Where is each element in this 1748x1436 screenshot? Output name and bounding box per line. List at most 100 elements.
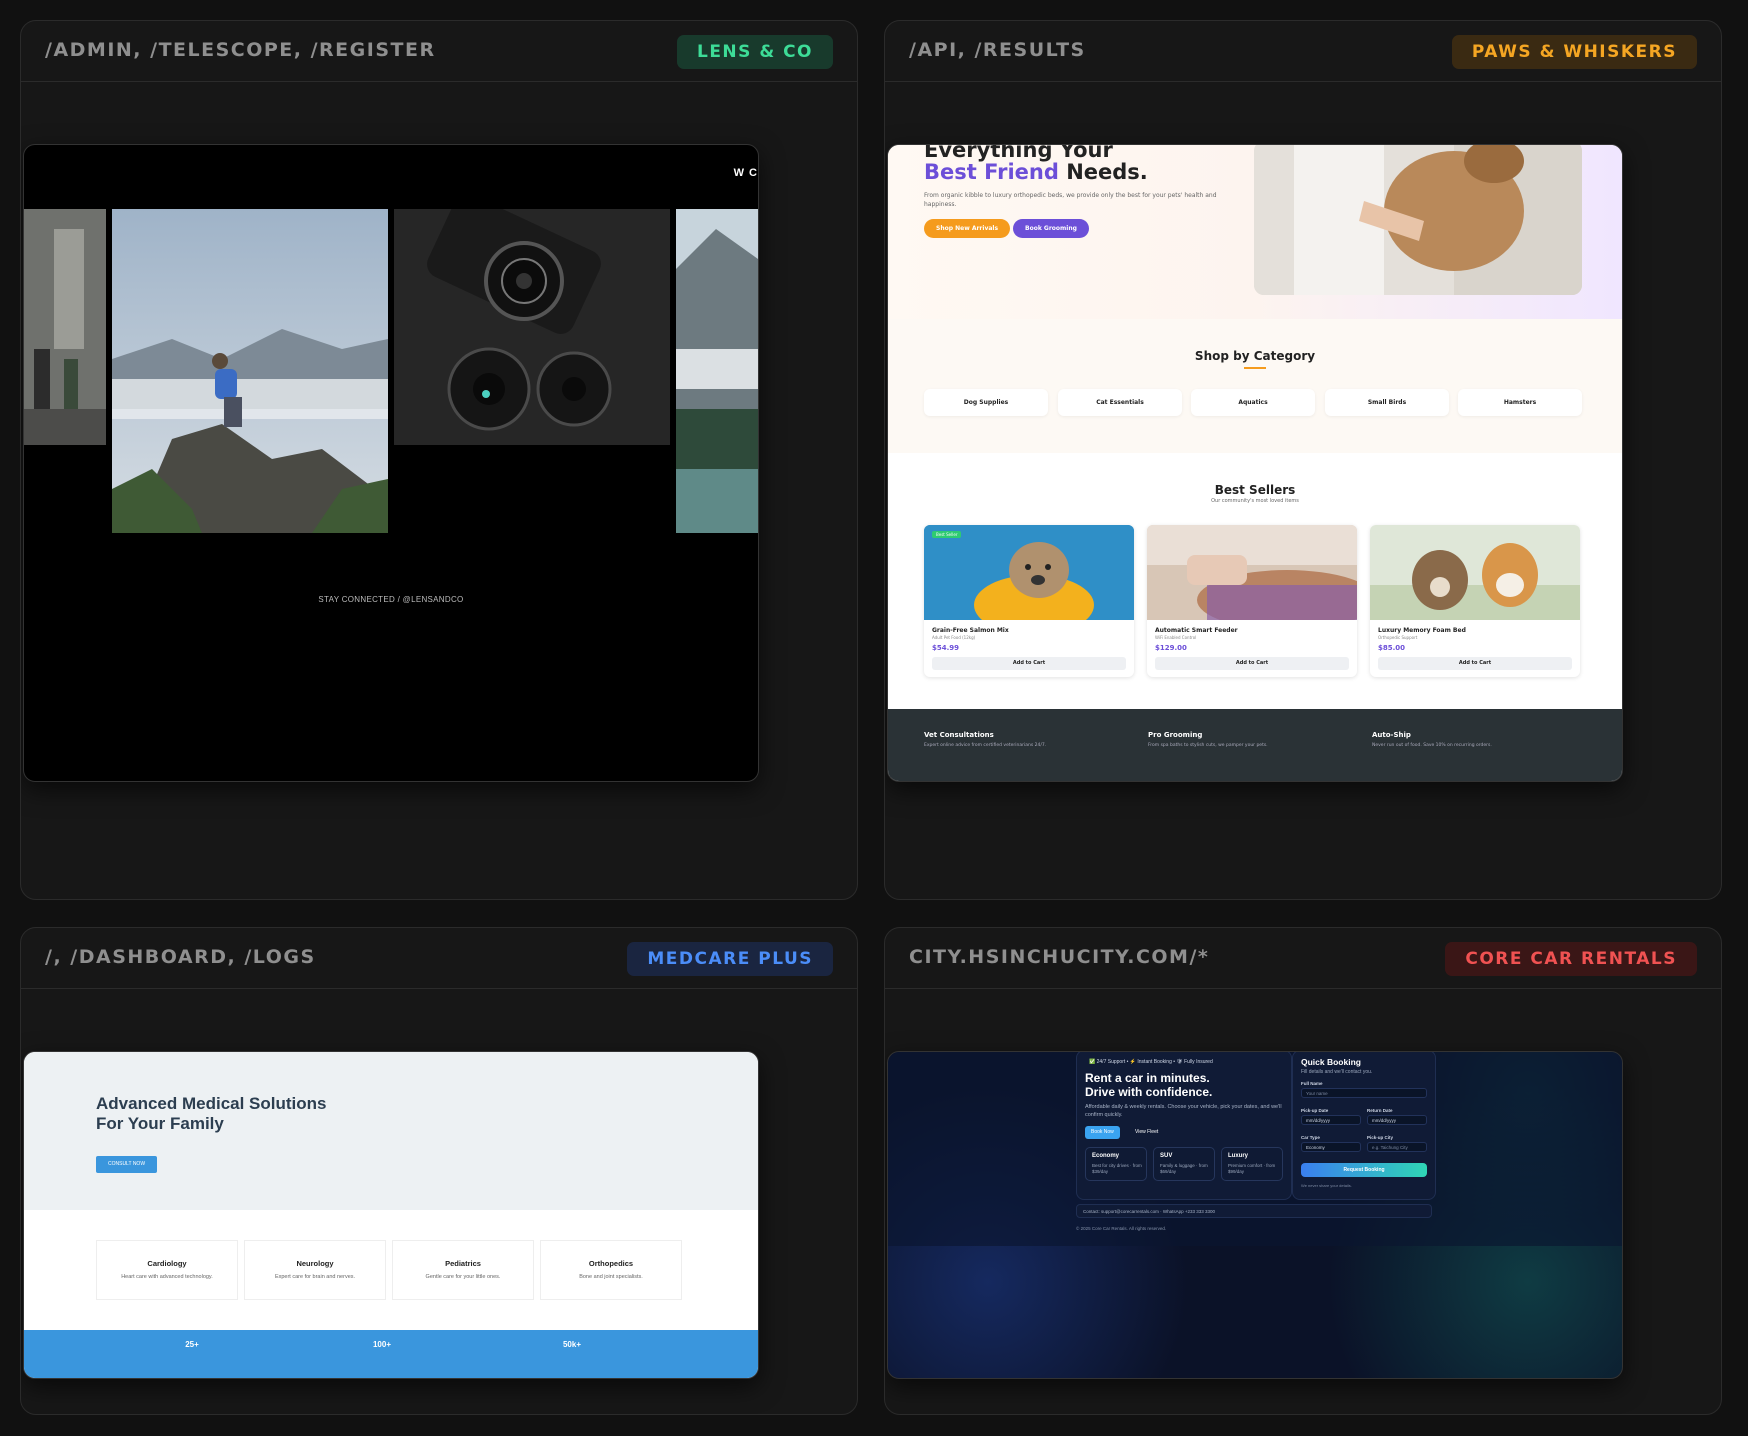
stat-value: 25+ bbox=[185, 1340, 199, 1349]
feature-desc: From spa baths to stylish cuts, we pampe… bbox=[1148, 743, 1268, 748]
full-name-input[interactable]: Your name bbox=[1301, 1088, 1427, 1098]
hero-dog-image bbox=[1254, 145, 1582, 295]
feature-grooming: Pro Grooming From spa baths to stylish c… bbox=[1148, 731, 1348, 748]
panel-header: /, /DASHBOARD, /LOGS MEDCARE PLUS bbox=[21, 928, 857, 989]
stats-band: 25+ 100+ 50k+ bbox=[24, 1330, 758, 1378]
shop-new-arrivals-button[interactable]: Shop New Arrivals bbox=[924, 219, 1011, 238]
return-date-label: Return Date bbox=[1367, 1108, 1393, 1113]
product-subtitle: Adult Pet Food (12kg) bbox=[932, 635, 976, 640]
category-aquatics[interactable]: Aquatics bbox=[1191, 389, 1315, 416]
book-now-button[interactable]: Book Now bbox=[1085, 1126, 1120, 1139]
product-name: Automatic Smart Feeder bbox=[1155, 627, 1238, 634]
specialty-desc: Gentle care for your little ones. bbox=[425, 1274, 501, 1280]
category-hamsters[interactable]: Hamsters bbox=[1458, 389, 1582, 416]
specialty-card-cardiology[interactable]: Cardiology Heart care with advanced tech… bbox=[96, 1240, 238, 1300]
best-seller-tag: Best Seller bbox=[932, 531, 962, 538]
product-name: Grain-Free Salmon Mix bbox=[932, 627, 1009, 634]
panel-lens: /ADMIN, /TELESCOPE, /REGISTER LENS & CO … bbox=[20, 20, 858, 900]
feature-title: Auto-Ship bbox=[1372, 731, 1411, 739]
bestsellers-section: Best Sellers Our community's most loved … bbox=[888, 453, 1622, 709]
specialty-desc: Heart care with advanced technology. bbox=[121, 1274, 213, 1280]
categories-title: Shop by Category bbox=[1194, 349, 1316, 363]
privacy-note: We never share your details. bbox=[1301, 1183, 1352, 1188]
feature-title: Vet Consultations bbox=[924, 731, 994, 739]
photo-street[interactable] bbox=[24, 209, 106, 445]
product-card[interactable]: Automatic Smart Feeder WiFi Enabled Cont… bbox=[1147, 525, 1357, 677]
product-card[interactable]: Best Seller Grain-Free Salmon Mix Adult … bbox=[924, 525, 1134, 677]
full-name-label: Full Name bbox=[1301, 1081, 1323, 1086]
pickup-city-input[interactable]: e.g. Taichung City bbox=[1367, 1142, 1427, 1152]
book-grooming-button[interactable]: Book Grooming bbox=[1013, 219, 1089, 238]
specialty-title: Pediatrics bbox=[445, 1259, 481, 1268]
specialty-desc: Bone and joint specialists. bbox=[579, 1274, 643, 1280]
route-label: CITY.HSINCHUCITY.COM/* bbox=[909, 946, 1210, 968]
tier-economy[interactable]: Economy Best for city drives · from $39/… bbox=[1085, 1147, 1147, 1181]
product-image bbox=[1370, 525, 1580, 620]
feature-desc: Never run out of food. Save 10% on recur… bbox=[1372, 743, 1492, 748]
add-to-cart-button[interactable]: Add to Cart bbox=[1378, 657, 1572, 670]
social-footer-text: STAY CONNECTED / @LENSANDCO bbox=[318, 595, 464, 604]
add-to-cart-button[interactable]: Add to Cart bbox=[932, 657, 1126, 670]
hero-heading-line1: Advanced Medical Solutions bbox=[96, 1094, 327, 1113]
site-badge: CORE CAR RENTALS bbox=[1445, 942, 1697, 976]
tier-suv[interactable]: SUV Family & luggage · from $69/day bbox=[1153, 1147, 1215, 1181]
pickup-date-input[interactable]: mm/dd/yyyy bbox=[1301, 1115, 1361, 1125]
category-cat-essentials[interactable]: Cat Essentials bbox=[1058, 389, 1182, 416]
nav-logo[interactable]: W C bbox=[734, 167, 758, 179]
pickup-date-label: Pick-up Date bbox=[1301, 1108, 1329, 1113]
return-date-input[interactable]: mm/dd/yyyy bbox=[1367, 1115, 1427, 1125]
product-subtitle: Orthopedic Support bbox=[1378, 635, 1418, 640]
pickup-city-label: Pick-up City bbox=[1367, 1135, 1394, 1140]
tier-title: Luxury bbox=[1228, 1153, 1249, 1159]
hero-heading-line2: For Your Family bbox=[96, 1114, 224, 1133]
stat-value: 50k+ bbox=[562, 1340, 582, 1349]
route-label: /ADMIN, /TELESCOPE, /REGISTER bbox=[45, 39, 436, 61]
product-subtitle: WiFi Enabled Control bbox=[1155, 635, 1197, 640]
photo-photographer-mountain[interactable] bbox=[112, 209, 388, 533]
feature-pills: ✅ 24/7 Support • ⚡ Instant Booking • 🛡 F… bbox=[1089, 1059, 1213, 1065]
tier-desc: Family & luggage · from $69/day bbox=[1160, 1163, 1208, 1174]
photo-camera-lenses[interactable] bbox=[394, 209, 670, 445]
feature-desc: Expert online advice from certified vete… bbox=[924, 743, 1047, 748]
hero-heading: Everything Your Best Friend Needs. bbox=[924, 145, 1148, 184]
specialty-title: Orthopedics bbox=[588, 1259, 634, 1268]
stat-value: 100+ bbox=[372, 1340, 392, 1349]
request-booking-button[interactable]: Request Booking bbox=[1301, 1163, 1427, 1177]
specialty-card-neurology[interactable]: Neurology Expert care for brain and nerv… bbox=[244, 1240, 386, 1300]
tier-desc: Best for city drives · from $39/day bbox=[1092, 1163, 1142, 1174]
panel-header: /ADMIN, /TELESCOPE, /REGISTER LENS & CO bbox=[21, 21, 857, 82]
site-badge: LENS & CO bbox=[676, 35, 833, 69]
screenshot-lens: W C STAY CONNECTED / @LENSANDCO bbox=[23, 144, 759, 782]
hero-heading: Advanced Medical Solutions For Your Famil… bbox=[96, 1094, 327, 1134]
specialty-card-pediatrics[interactable]: Pediatrics Gentle care for your little o… bbox=[392, 1240, 534, 1300]
photo-lake-mountain[interactable] bbox=[676, 209, 758, 533]
car-type-select[interactable]: Economy bbox=[1301, 1142, 1361, 1152]
hero-heading-line2: Drive with confidence. bbox=[1085, 1085, 1213, 1099]
specialty-title: Neurology bbox=[296, 1259, 334, 1268]
bestsellers-subtitle: Our community's most loved items bbox=[1211, 498, 1299, 504]
site-badge: MEDCARE PLUS bbox=[627, 942, 833, 976]
contact-bar: Contact: support@corecarrentals.com · Wh… bbox=[1076, 1204, 1432, 1218]
features-footer: Vet Consultations Expert online advice f… bbox=[888, 709, 1622, 781]
panel-header: CITY.HSINCHUCITY.COM/* CORE CAR RENTALS bbox=[885, 928, 1721, 989]
specialty-card-orthopedics[interactable]: Orthopedics Bone and joint specialists. bbox=[540, 1240, 682, 1300]
consult-now-button[interactable]: CONSULT NOW bbox=[96, 1156, 158, 1173]
hero-description: From organic kibble to luxury orthopedic… bbox=[924, 192, 1217, 208]
route-label: /API, /RESULTS bbox=[909, 39, 1086, 61]
view-fleet-button[interactable]: View Fleet bbox=[1129, 1126, 1164, 1139]
car-type-label: Car Type bbox=[1301, 1135, 1320, 1140]
site-badge: PAWS & WHISKERS bbox=[1451, 35, 1697, 69]
tier-luxury[interactable]: Luxury Premium comfort · from $99/day bbox=[1221, 1147, 1283, 1181]
category-dog-supplies[interactable]: Dog Supplies bbox=[924, 389, 1048, 416]
hero-description: Affordable daily & weekly rentals. Choos… bbox=[1085, 1104, 1282, 1118]
product-card[interactable]: Luxury Memory Foam Bed Orthopedic Suppor… bbox=[1370, 525, 1580, 677]
hero-heading-rest: Needs. bbox=[1058, 160, 1148, 184]
product-price: $54.99 bbox=[932, 644, 960, 652]
title-underline bbox=[1244, 367, 1266, 369]
tier-title: Economy bbox=[1092, 1153, 1120, 1159]
bestsellers-title: Best Sellers bbox=[1214, 483, 1296, 497]
add-to-cart-button[interactable]: Add to Cart bbox=[1155, 657, 1349, 670]
category-small-birds[interactable]: Small Birds bbox=[1325, 389, 1449, 416]
specialty-title: Cardiology bbox=[147, 1259, 187, 1268]
panel-header: /API, /RESULTS PAWS & WHISKERS bbox=[885, 21, 1721, 82]
